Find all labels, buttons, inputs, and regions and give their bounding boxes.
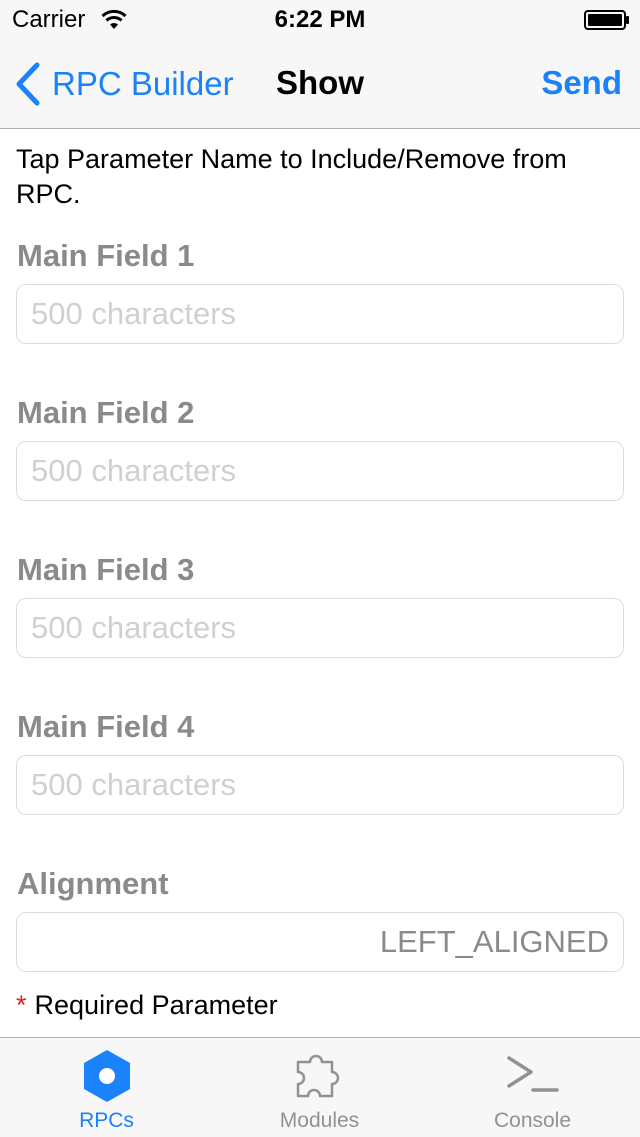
terminal-icon xyxy=(506,1056,559,1092)
tab-rpcs[interactable]: RPCs xyxy=(0,1038,213,1137)
main-field-3-input[interactable] xyxy=(16,598,624,658)
send-button[interactable]: Send xyxy=(541,64,622,102)
puzzle-icon xyxy=(296,1054,339,1098)
hexagon-icon xyxy=(83,1050,130,1102)
main-field-1-input[interactable] xyxy=(16,284,624,344)
main-field-3-label[interactable]: Main Field 3 xyxy=(17,552,194,588)
tab-console[interactable]: Console xyxy=(426,1038,639,1137)
tab-console-label: Console xyxy=(493,1109,572,1132)
tab-bar: RPCs Modules Console xyxy=(0,1037,640,1137)
tab-modules-label: Modules xyxy=(279,1109,360,1132)
required-parameter-text: Required Parameter xyxy=(34,990,278,1020)
required-parameter-note: * Required Parameter xyxy=(16,990,278,1021)
alignment-label[interactable]: Alignment xyxy=(17,866,169,902)
main-field-1-label[interactable]: Main Field 1 xyxy=(17,238,194,274)
alignment-select[interactable]: LEFT_ALIGNED xyxy=(16,912,624,972)
status-time: 6:22 PM xyxy=(274,6,366,33)
alignment-value: LEFT_ALIGNED xyxy=(379,924,609,959)
main-field-2-input[interactable] xyxy=(16,441,624,501)
instructions-text: Tap Parameter Name to Include/Remove fro… xyxy=(16,144,567,209)
required-star: * xyxy=(16,990,27,1020)
tab-rpcs-label: RPCs xyxy=(79,1109,134,1132)
main-field-2-label[interactable]: Main Field 2 xyxy=(17,395,194,431)
navigation-bar: RPC Builder Show Send xyxy=(0,40,640,129)
battery-icon xyxy=(584,10,629,30)
main-field-4-label[interactable]: Main Field 4 xyxy=(17,709,194,745)
main-field-4-input[interactable] xyxy=(16,755,624,815)
status-bar: Carrier 6:22 PM xyxy=(0,0,640,40)
tab-modules[interactable]: Modules xyxy=(213,1038,426,1137)
